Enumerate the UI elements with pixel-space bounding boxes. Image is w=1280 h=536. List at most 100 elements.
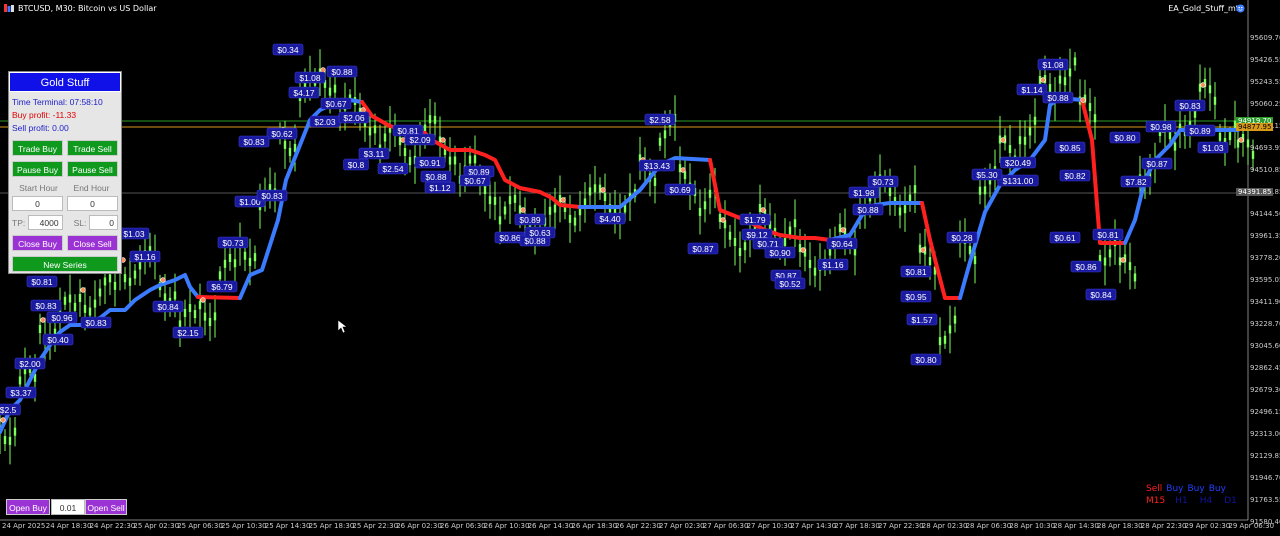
profit-label: $2.5 xyxy=(0,403,21,416)
candle-body xyxy=(433,115,437,124)
candle-body xyxy=(83,304,87,313)
candle-body xyxy=(1073,57,1077,66)
profit-label: $0.64 xyxy=(826,237,858,250)
trend-legend: Sell Buy Buy Buy M15 H1 H4 D1 xyxy=(1146,484,1237,508)
close-buy-button[interactable]: Close Buy xyxy=(12,235,63,251)
profit-label: $0.83 xyxy=(80,316,112,329)
svg-text:$0.95: $0.95 xyxy=(905,292,927,302)
price-tick: 94693.95 xyxy=(1250,144,1280,152)
trend-m15-label: M15 xyxy=(1146,496,1166,506)
svg-text:$0.87: $0.87 xyxy=(692,244,714,254)
time-tick: 24 Apr 22:30 xyxy=(89,522,136,530)
price-tick: 92129.85 xyxy=(1250,452,1280,460)
candle-body xyxy=(948,325,952,334)
order-marker xyxy=(1238,137,1244,143)
price-axis: 95609.7095426.5595243.5595060.2594877.15… xyxy=(1250,0,1280,526)
profit-label: $0.8 xyxy=(343,158,369,171)
time-tick: 26 Apr 22:30 xyxy=(615,522,661,530)
candle-body xyxy=(233,259,237,268)
candle-body xyxy=(18,376,22,385)
lot-size-input[interactable]: 0.01 xyxy=(51,499,85,515)
price-tick: 95609.70 xyxy=(1250,34,1280,42)
candle-body xyxy=(1133,273,1137,282)
profit-label: $2.15 xyxy=(172,326,204,339)
order-marker xyxy=(400,137,406,143)
trade-buy-button[interactable]: Trade Buy xyxy=(12,140,63,156)
candle-body xyxy=(1103,257,1107,266)
profit-label: $0.40 xyxy=(42,333,74,346)
end-hour-input[interactable]: 0 xyxy=(67,196,118,211)
time-tick: 28 Apr 18:30 xyxy=(1097,522,1143,530)
candle-body xyxy=(123,274,127,283)
candle-body xyxy=(403,148,407,157)
trend-m15-dir: Sell xyxy=(1146,484,1163,494)
profit-label: $0.88 xyxy=(1042,91,1074,104)
candle-body xyxy=(788,226,792,235)
candle-body xyxy=(1048,84,1052,93)
profit-label: $0.82 xyxy=(1059,169,1091,182)
tp-input[interactable]: 4000 xyxy=(28,215,63,230)
candle-body xyxy=(808,259,812,268)
candle-body xyxy=(368,127,372,136)
chart-area[interactable]: $0.34 $1.08 $0.88 $4.17 $0.67 $2.03 $2.06 $0.62… xyxy=(0,0,1280,536)
profit-label: $4.17 xyxy=(288,86,320,99)
candle-body xyxy=(228,254,232,263)
start-hour-input[interactable]: 0 xyxy=(12,196,63,211)
svg-text:$131.00: $131.00 xyxy=(1003,176,1034,186)
svg-text:$0.86: $0.86 xyxy=(499,233,521,243)
trade-sell-button[interactable]: Trade Sell xyxy=(67,140,118,156)
time-axis: 24 Apr 2025 24 Apr 18:30 24 Apr 22:30 25 Ap… xyxy=(0,520,1274,536)
open-buy-button[interactable]: Open Buy xyxy=(6,499,50,515)
candle-body xyxy=(663,130,667,139)
candle-body xyxy=(68,294,72,303)
candle-body xyxy=(223,259,227,268)
candle-body xyxy=(113,281,117,290)
candle-body xyxy=(428,115,432,124)
candle-body xyxy=(913,185,917,194)
pause-sell-button[interactable]: Pause Sell xyxy=(67,161,118,177)
profit-label: $0.84 xyxy=(152,300,184,313)
profit-label: $0.28 xyxy=(946,231,978,244)
time-tick: 27 Apr 22:30 xyxy=(878,522,924,530)
time-tick: 26 Apr 02:30 xyxy=(396,522,442,530)
svg-text:$5.30: $5.30 xyxy=(976,170,998,180)
order-marker xyxy=(600,187,606,193)
svg-text:$0.40: $0.40 xyxy=(47,335,69,345)
svg-text:$0.80: $0.80 xyxy=(1114,133,1136,143)
open-sell-button[interactable]: Open Sell xyxy=(85,499,127,515)
candle-body xyxy=(1108,249,1112,258)
candle-body xyxy=(593,184,597,193)
svg-text:$1.08: $1.08 xyxy=(299,73,321,83)
candle-body xyxy=(288,147,292,156)
svg-text:$0.82: $0.82 xyxy=(1064,171,1086,181)
sl-input[interactable]: 0 xyxy=(89,215,118,230)
svg-text:$0.96: $0.96 xyxy=(51,313,73,323)
profit-label: $0.62 xyxy=(266,127,298,140)
price-tick: 94144.50 xyxy=(1250,210,1280,218)
profit-label: $1.57 xyxy=(906,313,938,326)
candle-body xyxy=(1008,145,1012,154)
svg-text:$0.88: $0.88 xyxy=(331,67,353,77)
order-marker xyxy=(1000,137,1006,143)
candle-body xyxy=(983,186,987,195)
svg-text:$0.87: $0.87 xyxy=(1146,159,1168,169)
close-sell-button[interactable]: Close Sell xyxy=(67,235,118,251)
trend-h1-dir: Buy xyxy=(1166,484,1184,494)
profit-label: $13.43 xyxy=(639,159,675,172)
price-chart[interactable]: $0.34 $1.08 $0.88 $4.17 $0.67 $2.03 $2.06 $0.62… xyxy=(0,0,1280,536)
svg-text:$6.79: $6.79 xyxy=(211,282,233,292)
time-tick: 28 Apr 10:30 xyxy=(1009,522,1056,530)
svg-text:$0.28: $0.28 xyxy=(951,233,973,243)
svg-text:$0.83: $0.83 xyxy=(243,137,265,147)
candle-body xyxy=(103,277,107,286)
profit-label: $0.67 xyxy=(459,174,491,187)
svg-text:$0.85: $0.85 xyxy=(1059,143,1081,153)
tp-label: TP: xyxy=(12,217,26,228)
order-marker xyxy=(440,137,446,143)
new-series-button[interactable]: New Series xyxy=(12,256,118,272)
profit-label: $1.03 xyxy=(118,227,150,240)
pause-buy-button[interactable]: Pause Buy xyxy=(12,161,63,177)
expert-title: EA_Gold_Stuff_mt5 xyxy=(1168,4,1244,13)
smile-icon[interactable] xyxy=(1236,4,1245,13)
order-marker xyxy=(1080,97,1086,103)
